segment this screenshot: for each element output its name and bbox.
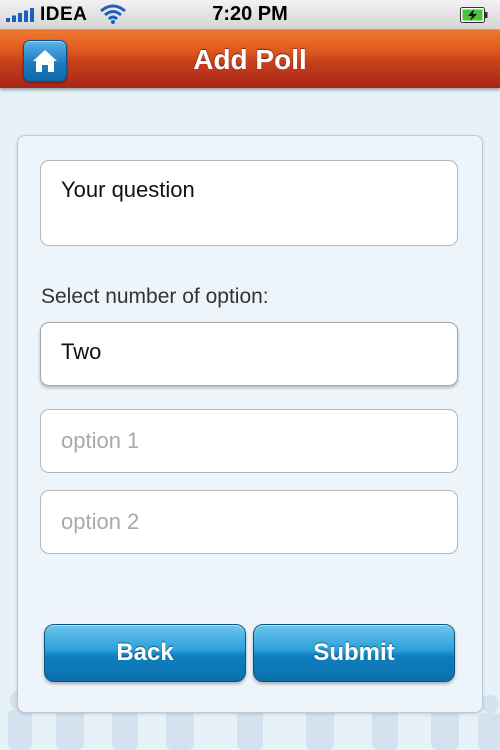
page-title: Add Poll xyxy=(193,44,307,75)
option-2-input[interactable]: option 2 xyxy=(40,490,458,554)
back-button[interactable]: Back xyxy=(44,624,246,682)
question-input[interactable]: Your question xyxy=(40,160,458,246)
battery-charging-icon xyxy=(460,7,488,23)
option-1-input[interactable]: option 1 xyxy=(40,409,458,473)
status-time: 7:20 PM xyxy=(212,3,288,25)
submit-button[interactable]: Submit xyxy=(253,624,455,682)
option-count-label: Select number of option: xyxy=(41,285,269,308)
option-count-select[interactable]: Two xyxy=(40,322,458,386)
status-bar: IDEA 7:20 PM xyxy=(0,0,500,30)
app-header: Add Poll xyxy=(0,30,500,88)
